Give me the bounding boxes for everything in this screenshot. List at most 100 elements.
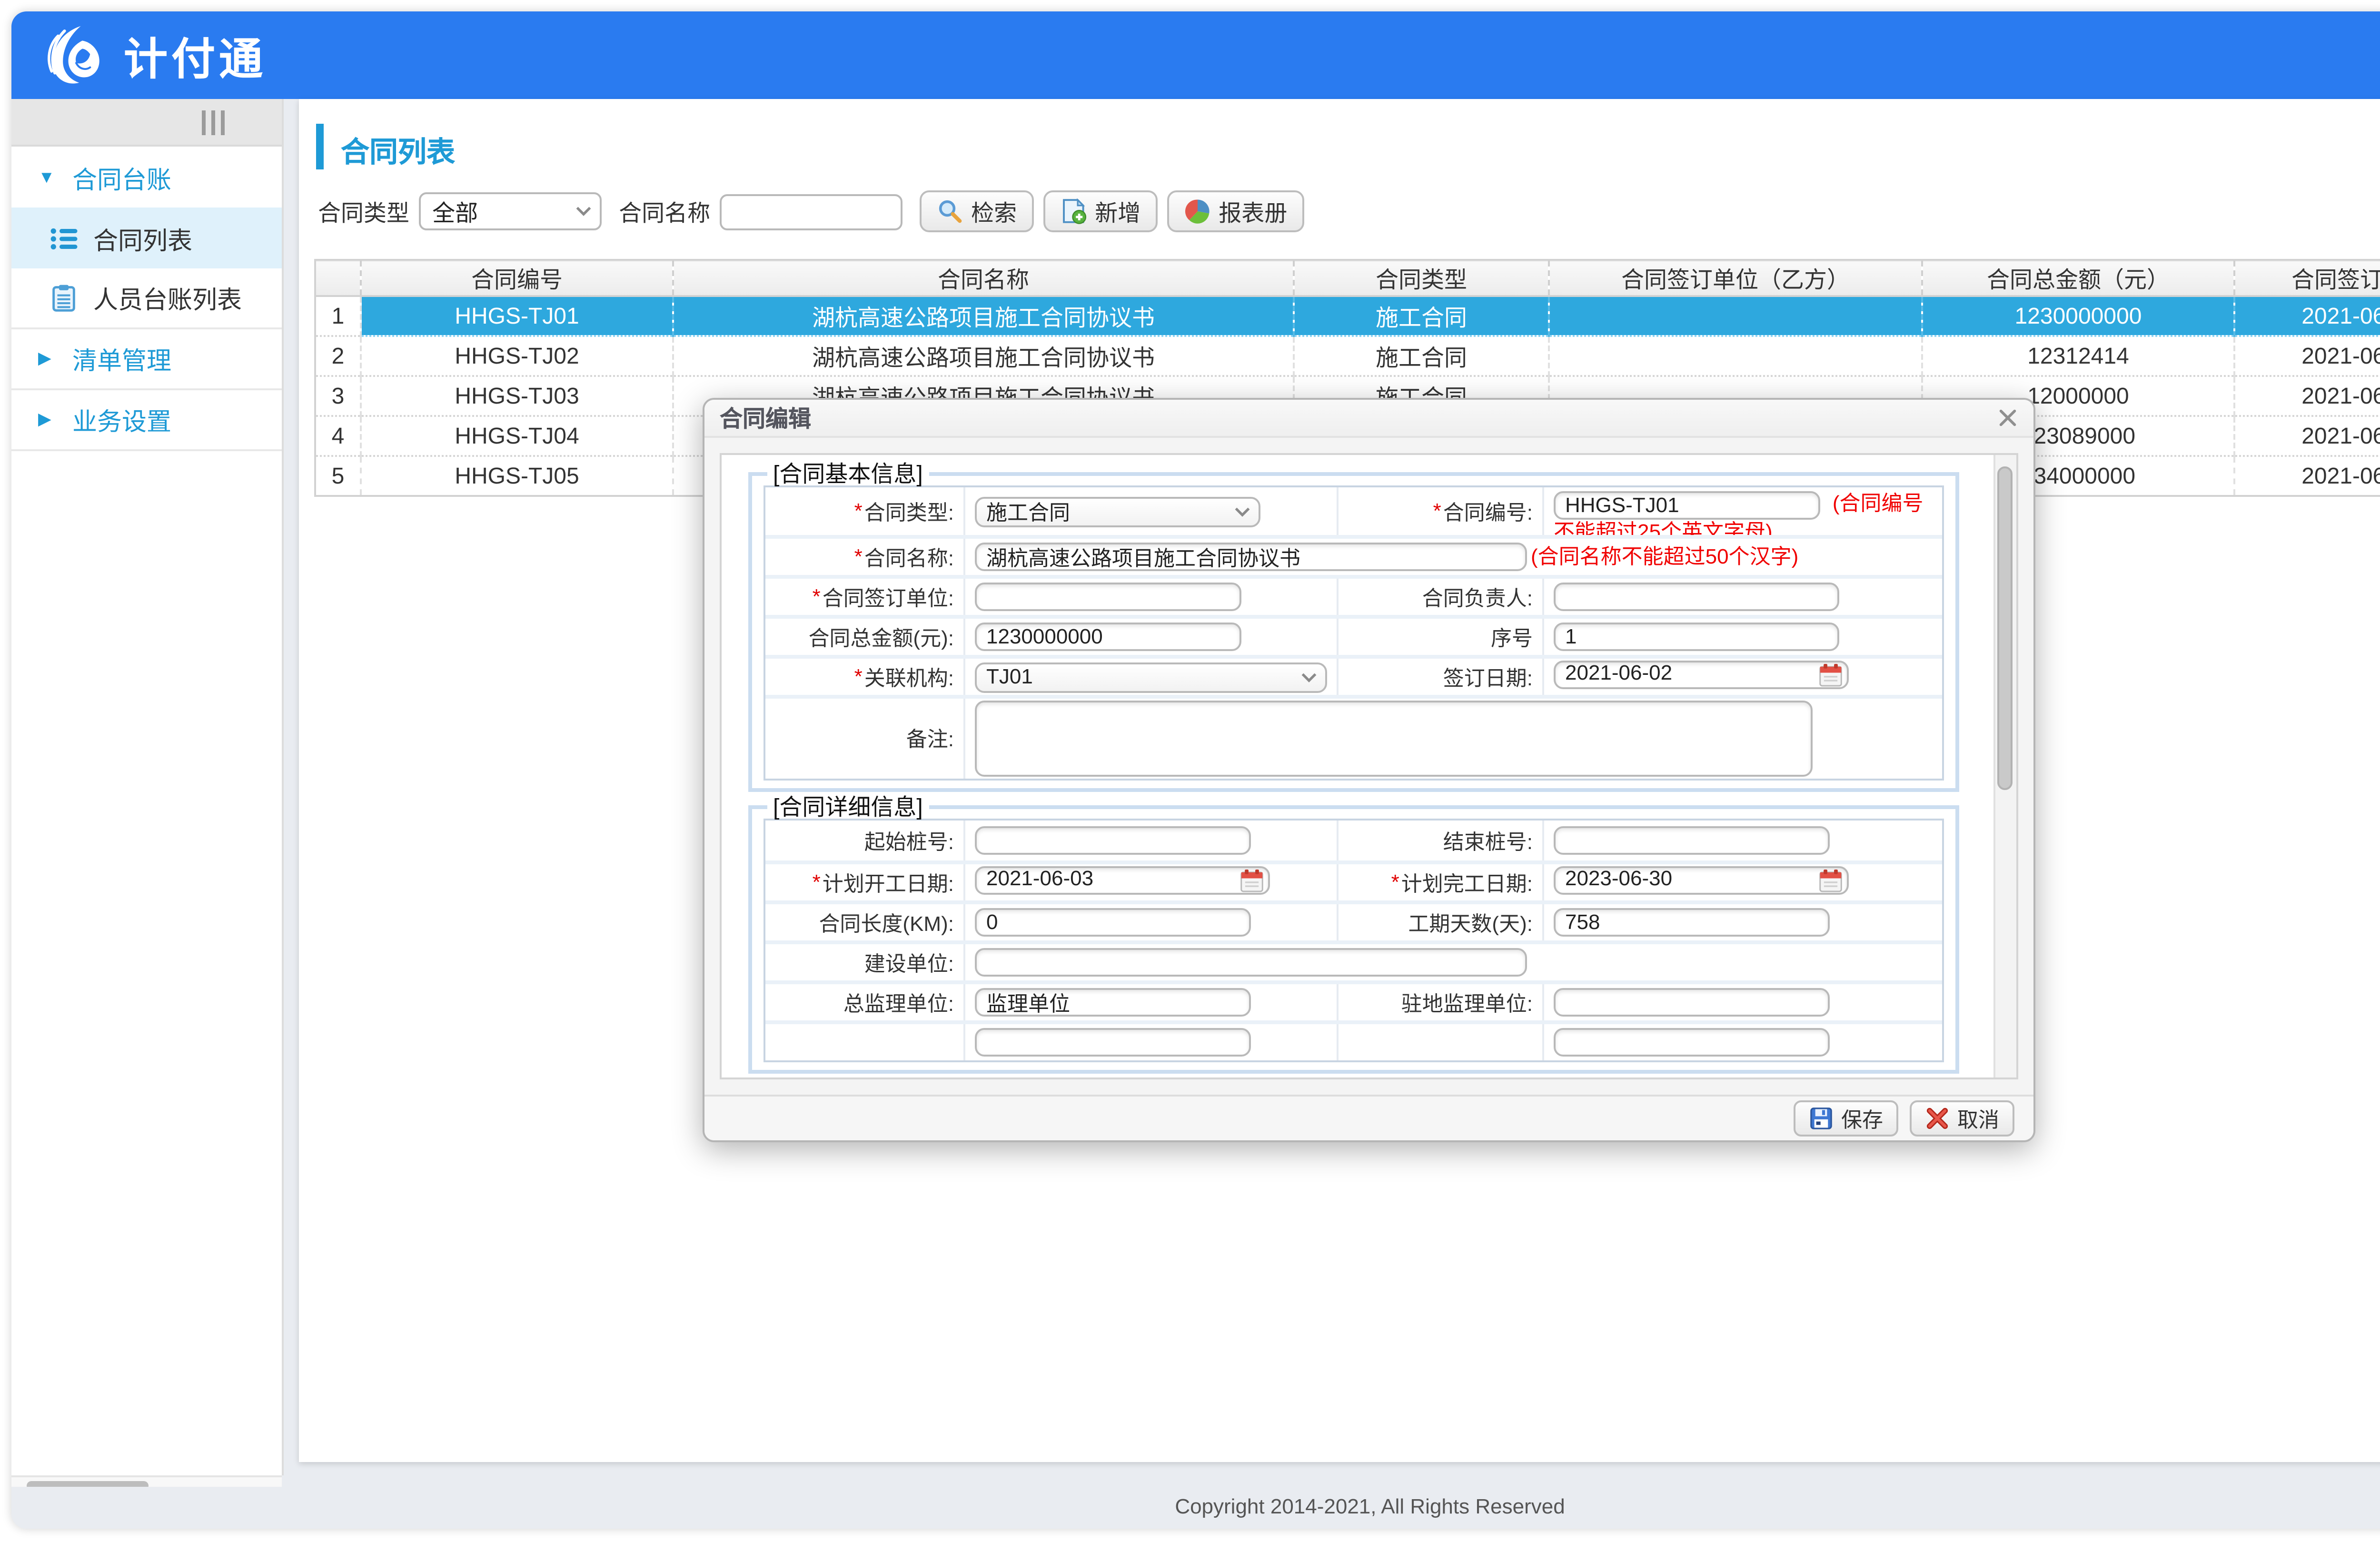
col-contract-code: 合同编号 bbox=[361, 260, 673, 296]
save-icon bbox=[1809, 1106, 1834, 1131]
cell-contract-date: 2021-06-02 bbox=[2234, 416, 2380, 456]
add-button[interactable]: 新增 bbox=[1043, 190, 1158, 232]
amount-field[interactable] bbox=[975, 623, 1241, 651]
sidebar-collapse-strip[interactable] bbox=[11, 99, 282, 147]
org-select-field[interactable]: TJ01 bbox=[975, 662, 1327, 692]
search-icon bbox=[937, 198, 963, 225]
cell-contract-code: HHGS-TJ04 bbox=[361, 416, 673, 456]
clipped-input[interactable] bbox=[1554, 1028, 1830, 1057]
days-field[interactable] bbox=[1554, 908, 1830, 937]
field-label-sign-unit: 合同签订单位: bbox=[765, 579, 963, 615]
chevron-down-icon bbox=[575, 206, 592, 217]
plan-end-field[interactable] bbox=[1554, 865, 1849, 900]
page-title: 合同列表 bbox=[341, 131, 455, 171]
length-field[interactable] bbox=[975, 908, 1251, 937]
field-label-clipped bbox=[765, 1024, 963, 1060]
dialog-title: 合同编辑 bbox=[720, 402, 811, 434]
contract-edit-dialog: 合同编辑 [合同基本信息] 合同类型: 施工合同 bbox=[703, 398, 2035, 1142]
row-number: 3 bbox=[315, 376, 361, 416]
row-number: 4 bbox=[315, 416, 361, 456]
cell-contract-party bbox=[1549, 296, 1922, 336]
calendar-icon bbox=[1818, 867, 1843, 892]
sidebar-item-label: 人员台账列表 bbox=[93, 280, 242, 316]
topbar: 计付通 通知 管理员 bbox=[11, 11, 2380, 99]
contract-code-field[interactable] bbox=[1554, 491, 1820, 520]
copyright-text: Copyright 2014-2021, All Rights Reserved bbox=[1175, 1496, 1565, 1519]
search-label: 检索 bbox=[971, 195, 1017, 227]
col-contract-date: 合同签订日期 bbox=[2234, 260, 2380, 296]
report-button[interactable]: 报表册 bbox=[1167, 190, 1304, 232]
search-button[interactable]: 检索 bbox=[920, 190, 1034, 232]
supervisor-chief-field[interactable] bbox=[975, 988, 1251, 1017]
dialog-scrollbar[interactable] bbox=[1993, 455, 2016, 1077]
save-button[interactable]: 保存 bbox=[1794, 1100, 1898, 1137]
contract-type-select[interactable]: 全部 bbox=[419, 192, 602, 230]
page-title-row: 合同列表 bbox=[299, 99, 2380, 183]
field-label-length: 合同长度(KM): bbox=[765, 904, 963, 940]
triangle-right-icon: ▶ bbox=[38, 348, 57, 369]
field-label-remark: 备注: bbox=[765, 699, 963, 779]
field-label-stake-start: 起始桩号: bbox=[765, 820, 963, 860]
field-label-org: 关联机构: bbox=[765, 659, 963, 695]
cell-contract-name: 湖杭高速公路项目施工合同协议书 bbox=[673, 296, 1294, 336]
dialog-body: [合同基本信息] 合同类型: 施工合同 合同编号: bbox=[704, 438, 2033, 1095]
remark-field[interactable] bbox=[975, 701, 1813, 777]
sidebar-item-contract-ledger[interactable]: ▼ 合同台账 bbox=[11, 147, 282, 208]
sidebar-item-label: 合同台账 bbox=[72, 159, 171, 195]
save-label: 保存 bbox=[1841, 1103, 1883, 1134]
table-row[interactable]: 1 HHGS-TJ01 湖杭高速公路项目施工合同协议书 施工合同 1230000… bbox=[315, 296, 2380, 336]
chevron-down-icon bbox=[1300, 671, 1318, 682]
sidebar-item-business-settings[interactable]: ▶ 业务设置 bbox=[11, 390, 282, 451]
brand: 计付通 bbox=[42, 23, 267, 88]
builder-field[interactable] bbox=[975, 948, 1527, 977]
name-hint: (合同名称不能超过50个汉字) bbox=[1531, 545, 1798, 568]
field-label-amount: 合同总金额(元): bbox=[765, 619, 963, 655]
cell-contract-date: 2021-06-02 bbox=[2234, 296, 2380, 336]
sidebar-item-contract-list[interactable]: 合同列表 bbox=[11, 208, 282, 268]
field-label-code: 合同编号: bbox=[1337, 487, 1542, 535]
dialog-titlebar[interactable]: 合同编辑 bbox=[704, 400, 2033, 438]
close-icon[interactable] bbox=[1995, 406, 2018, 429]
field-label-supervisor-resident: 驻地监理单位: bbox=[1337, 984, 1542, 1020]
table-row[interactable]: 2 HHGS-TJ02 湖杭高速公路项目施工合同协议书 施工合同 1231241… bbox=[315, 336, 2380, 376]
add-doc-icon bbox=[1061, 198, 1087, 225]
row-number: 1 bbox=[315, 296, 361, 336]
cell-contract-name: 湖杭高速公路项目施工合同协议书 bbox=[673, 336, 1294, 376]
sidebar-item-list-mgmt[interactable]: ▶ 清单管理 bbox=[11, 329, 282, 390]
scrollbar-thumb[interactable] bbox=[1997, 466, 2013, 790]
select-value: 全部 bbox=[432, 195, 478, 227]
filter-type-label: 合同类型 bbox=[318, 195, 409, 227]
contract-type-field[interactable]: 施工合同 bbox=[975, 496, 1260, 526]
col-contract-type: 合同类型 bbox=[1294, 260, 1549, 296]
manager-field[interactable] bbox=[1554, 583, 1839, 611]
basic-info-section: [合同基本信息] 合同类型: 施工合同 合同编号: bbox=[748, 463, 1959, 792]
supervisor-resident-field[interactable] bbox=[1554, 988, 1830, 1017]
cell-contract-amount: 1230000000 bbox=[1922, 296, 2234, 336]
contract-name-input[interactable] bbox=[720, 193, 902, 229]
app-logo-icon bbox=[42, 23, 107, 88]
cell-contract-party bbox=[1549, 336, 1922, 376]
list-icon bbox=[50, 224, 78, 252]
filter-bar: 合同类型 全部 合同名称 检索 bbox=[318, 190, 1304, 232]
clipped-input[interactable] bbox=[975, 1028, 1251, 1057]
clipboard-icon bbox=[50, 284, 78, 312]
plan-start-field[interactable] bbox=[975, 865, 1270, 900]
field-label-supervisor-chief: 总监理单位: bbox=[765, 984, 963, 1020]
sidebar-item-personnel-ledger[interactable]: 人员台账列表 bbox=[11, 268, 282, 329]
dialog-footer: 保存 取消 bbox=[704, 1095, 2033, 1140]
sign-unit-field[interactable] bbox=[975, 583, 1241, 611]
seq-field[interactable] bbox=[1554, 623, 1839, 651]
title-accent-bar bbox=[316, 124, 324, 169]
add-label: 新增 bbox=[1095, 195, 1140, 227]
stake-start-field[interactable] bbox=[975, 826, 1251, 855]
calendar-icon bbox=[1818, 662, 1843, 686]
field-label-manager: 合同负责人: bbox=[1337, 579, 1542, 615]
field-label-builder: 建设单位: bbox=[765, 944, 963, 980]
filter-name-label: 合同名称 bbox=[619, 195, 710, 227]
table-header-row: 合同编号 合同名称 合同类型 合同签订单位（乙方） 合同总金额（元） 合同签订日… bbox=[315, 260, 2380, 296]
cancel-button[interactable]: 取消 bbox=[1910, 1100, 2014, 1137]
sign-date-field[interactable] bbox=[1554, 660, 1849, 694]
stake-end-field[interactable] bbox=[1554, 826, 1830, 855]
contract-name-field[interactable] bbox=[975, 543, 1527, 571]
field-label-seq: 序号 bbox=[1337, 619, 1542, 655]
